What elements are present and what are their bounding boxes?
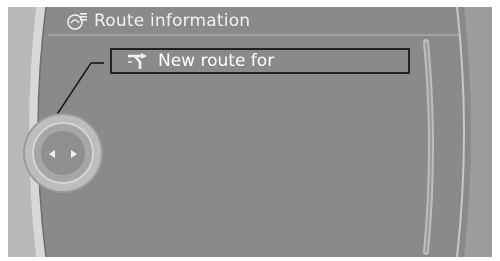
route-fork-icon bbox=[126, 52, 148, 70]
menu-item-label: New route for bbox=[158, 51, 275, 71]
arrow-right-icon[interactable] bbox=[67, 146, 81, 160]
menu-item-new-route-for[interactable]: New route for bbox=[110, 48, 410, 74]
display-screen: Route information New route for bbox=[8, 7, 492, 257]
page-title: Route information bbox=[94, 11, 251, 31]
route-settings-icon bbox=[66, 11, 88, 31]
arrow-left-icon[interactable] bbox=[45, 146, 59, 160]
header: Route information bbox=[66, 7, 438, 35]
controller-knob[interactable] bbox=[22, 112, 104, 194]
